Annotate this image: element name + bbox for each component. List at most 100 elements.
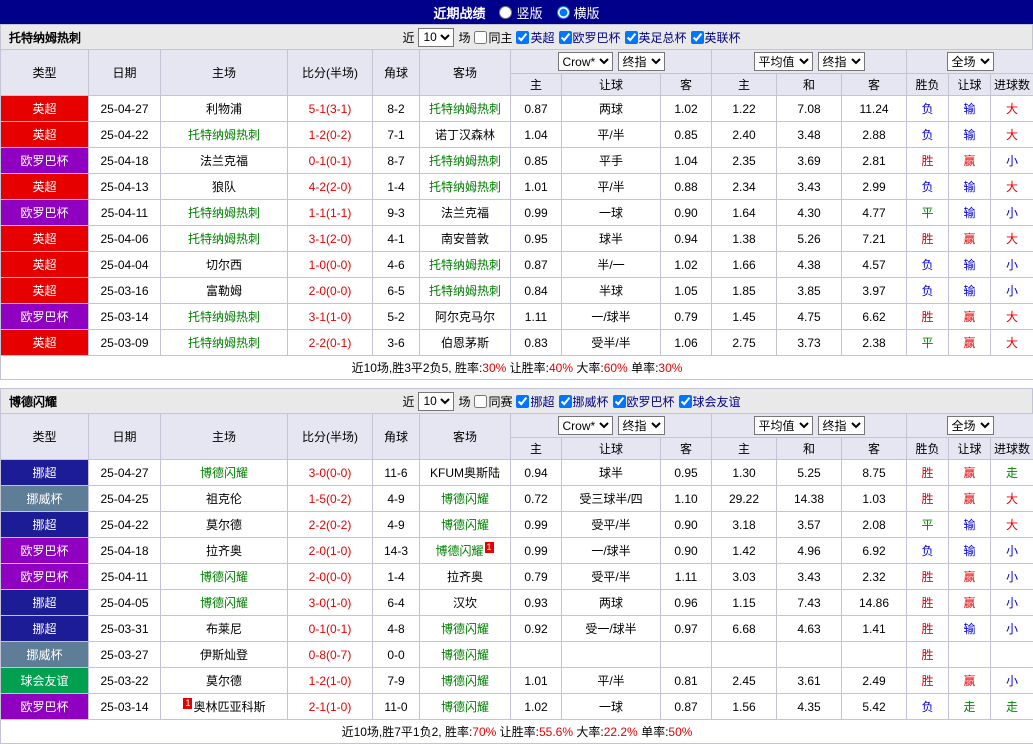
away-team-link[interactable]: 博德闪耀 bbox=[441, 648, 489, 662]
odds-company-select[interactable]: Crow* bbox=[558, 416, 613, 435]
league-filter[interactable]: 挪超 bbox=[516, 393, 554, 410]
layout-vertical-radio[interactable] bbox=[499, 6, 512, 19]
away-team-link[interactable]: 托特纳姆热刺 bbox=[429, 284, 501, 298]
away-team-link[interactable]: KFUM奥斯陆 bbox=[430, 466, 500, 480]
league-checkbox[interactable] bbox=[691, 31, 704, 44]
odds-away: 0.96 bbox=[661, 590, 712, 616]
league-filter[interactable]: 英足总杯 bbox=[625, 29, 687, 46]
league-filter[interactable]: 英超 bbox=[516, 29, 554, 46]
away-team-link[interactable]: 博德闪耀 bbox=[441, 492, 489, 506]
subcol-handicap: 让球 bbox=[562, 74, 661, 96]
away-team-link[interactable]: 诺丁汉森林 bbox=[435, 128, 495, 142]
away-team-link[interactable]: 拉齐奥 bbox=[447, 570, 483, 584]
summary-segment: 大率: bbox=[573, 725, 604, 739]
league-filter[interactable]: 欧罗巴杯 bbox=[559, 29, 621, 46]
match-date: 25-03-09 bbox=[89, 330, 161, 356]
layout-vertical-option[interactable]: 竖版 bbox=[499, 3, 542, 22]
same-competition-checkbox[interactable] bbox=[474, 395, 487, 408]
league-checkbox[interactable] bbox=[613, 395, 626, 408]
match-score: 0-8(0-7) bbox=[288, 642, 373, 668]
avg-stage-select[interactable]: 终指 bbox=[818, 416, 865, 435]
result-goals: 走 bbox=[991, 460, 1033, 486]
home-team-link[interactable]: 利物浦 bbox=[206, 102, 242, 116]
avg-odds-home: 3.18 bbox=[712, 512, 777, 538]
period-select[interactable]: 全场 bbox=[947, 52, 994, 71]
handicap-line bbox=[562, 642, 661, 668]
away-team-link[interactable]: 博德闪耀 bbox=[441, 518, 489, 532]
home-team-link[interactable]: 托特纳姆热刺 bbox=[188, 232, 260, 246]
result-handicap: 输 bbox=[949, 538, 991, 564]
layout-horizontal-option[interactable]: 横版 bbox=[557, 3, 600, 22]
league-checkbox[interactable] bbox=[559, 395, 572, 408]
league-checkbox[interactable] bbox=[516, 31, 529, 44]
home-team-link[interactable]: 奥林匹亚科斯 bbox=[193, 700, 265, 714]
odds-stage-select[interactable]: 终指 bbox=[618, 416, 665, 435]
odds-company-select[interactable]: Crow* bbox=[558, 52, 613, 71]
home-team-link[interactable]: 布莱尼 bbox=[206, 622, 242, 636]
period-select[interactable]: 全场 bbox=[947, 416, 994, 435]
league-filter[interactable]: 挪威杯 bbox=[559, 393, 609, 410]
away-team-link[interactable]: 托特纳姆热刺 bbox=[429, 154, 501, 168]
away-team-link[interactable]: 阿尔克马尔 bbox=[435, 310, 495, 324]
away-team-link[interactable]: 托特纳姆热刺 bbox=[429, 258, 501, 272]
home-team-link[interactable]: 博德闪耀 bbox=[200, 596, 248, 610]
league-filter[interactable]: 球会友谊 bbox=[679, 393, 741, 410]
home-team-link[interactable]: 狼队 bbox=[212, 180, 236, 194]
away-team-cell: 托特纳姆热刺 bbox=[420, 174, 511, 200]
home-team-link[interactable]: 祖克伦 bbox=[206, 492, 242, 506]
league-checkbox[interactable] bbox=[679, 395, 692, 408]
home-team-link[interactable]: 法兰克福 bbox=[200, 154, 248, 168]
league-filter[interactable]: 欧罗巴杯 bbox=[613, 393, 675, 410]
avg-odds-draw: 5.26 bbox=[777, 226, 842, 252]
home-team-link[interactable]: 托特纳姆热刺 bbox=[188, 310, 260, 324]
match-count-select[interactable]: 10 bbox=[418, 28, 454, 47]
avg-source-select[interactable]: 平均值 bbox=[754, 52, 813, 71]
home-team-link[interactable]: 莫尔德 bbox=[206, 674, 242, 688]
layout-horizontal-radio[interactable] bbox=[557, 6, 570, 19]
away-team-link[interactable]: 博德闪耀 bbox=[435, 544, 483, 558]
match-count-select[interactable]: 10 bbox=[418, 392, 454, 411]
odds-home: 0.79 bbox=[511, 564, 562, 590]
home-team-link[interactable]: 托特纳姆热刺 bbox=[188, 128, 260, 142]
home-team-link[interactable]: 博德闪耀 bbox=[200, 466, 248, 480]
away-team-link[interactable]: 博德闪耀 bbox=[441, 674, 489, 688]
avg-stage-select[interactable]: 终指 bbox=[818, 52, 865, 71]
same-competition-filter[interactable]: 同赛 bbox=[474, 393, 512, 410]
avg-odds-away: 7.21 bbox=[842, 226, 907, 252]
away-team-link[interactable]: 博德闪耀 bbox=[441, 700, 489, 714]
league-filter[interactable]: 英联杯 bbox=[691, 29, 741, 46]
games-label: 场 bbox=[458, 29, 470, 46]
avg-source-select[interactable]: 平均值 bbox=[754, 416, 813, 435]
avg-odds-home: 1.38 bbox=[712, 226, 777, 252]
corner-score: 6-5 bbox=[373, 278, 420, 304]
top-bar: 近期战绩 竖版 横版 bbox=[0, 0, 1033, 24]
same-venue-filter[interactable]: 同主 bbox=[474, 29, 512, 46]
home-team-link[interactable]: 托特纳姆热刺 bbox=[188, 206, 260, 220]
home-team-link[interactable]: 伊斯灿登 bbox=[200, 648, 248, 662]
match-row: 英超25-03-09托特纳姆热刺2-2(0-1)3-6伯恩茅斯0.83受半/半1… bbox=[1, 330, 1033, 356]
odds-stage-select[interactable]: 终指 bbox=[618, 52, 665, 71]
home-team-link[interactable]: 拉齐奥 bbox=[206, 544, 242, 558]
away-team-link[interactable]: 博德闪耀 bbox=[441, 622, 489, 636]
away-team-link[interactable]: 伯恩茅斯 bbox=[441, 336, 489, 350]
league-checkbox[interactable] bbox=[516, 395, 529, 408]
result-handicap bbox=[949, 642, 991, 668]
match-date: 25-04-04 bbox=[89, 252, 161, 278]
summary-segment: 近10场,胜3平2负5, 胜率: bbox=[352, 361, 483, 375]
away-team-link[interactable]: 托特纳姆热刺 bbox=[429, 180, 501, 194]
corner-score: 4-8 bbox=[373, 616, 420, 642]
away-team-link[interactable]: 汉坎 bbox=[453, 596, 477, 610]
home-team-link[interactable]: 切尔西 bbox=[206, 258, 242, 272]
league-checkbox[interactable] bbox=[625, 31, 638, 44]
home-team-link[interactable]: 莫尔德 bbox=[206, 518, 242, 532]
match-score: 2-1(1-0) bbox=[288, 694, 373, 720]
away-team-link[interactable]: 法兰克福 bbox=[441, 206, 489, 220]
home-team-link[interactable]: 富勒姆 bbox=[206, 284, 242, 298]
home-team-link[interactable]: 托特纳姆热刺 bbox=[188, 336, 260, 350]
away-team-link[interactable]: 南安普敦 bbox=[441, 232, 489, 246]
same-venue-checkbox[interactable] bbox=[474, 31, 487, 44]
away-team-link[interactable]: 托特纳姆热刺 bbox=[429, 102, 501, 116]
away-team-cell: 托特纳姆热刺 bbox=[420, 96, 511, 122]
home-team-link[interactable]: 博德闪耀 bbox=[200, 570, 248, 584]
league-checkbox[interactable] bbox=[559, 31, 572, 44]
